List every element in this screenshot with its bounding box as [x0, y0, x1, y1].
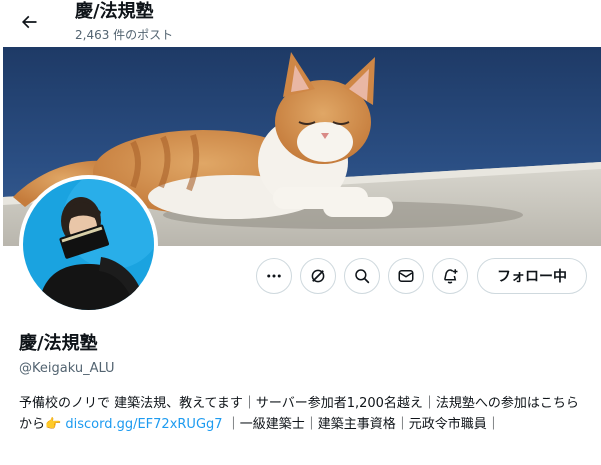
message-icon	[398, 270, 414, 282]
notify-button[interactable]	[432, 258, 468, 294]
notify-add-icon	[444, 269, 458, 284]
profile-actions: フォロー中	[0, 258, 601, 294]
arrow-left-icon	[21, 15, 37, 29]
back-button[interactable]	[12, 5, 46, 39]
display-name: 慶/法規塾	[19, 333, 98, 354]
message-button[interactable]	[388, 258, 424, 294]
bio-text-after: ｜一級建築士｜建築主事資格｜元政令市職員｜	[226, 417, 500, 432]
more-icon	[267, 274, 281, 278]
search-button[interactable]	[344, 258, 380, 294]
pointing-hand-emoji: 👉	[45, 417, 62, 432]
discord-link[interactable]: discord.gg/EF72xRUGg7	[65, 417, 222, 432]
user-handle: @Keigaku_ALU	[19, 361, 115, 376]
grok-button[interactable]	[300, 258, 336, 294]
profile-bio: 予備校のノリで 建築法規、教えてます｜サーバー参加者1,200名越え｜法規塾への…	[19, 393, 591, 435]
grok-icon	[311, 269, 325, 283]
header-title: 慶/法規塾	[75, 1, 154, 22]
post-count: 2,463 件のポスト	[75, 28, 174, 42]
search-icon	[355, 269, 370, 284]
top-bar: 慶/法規塾 2,463 件のポスト	[0, 0, 601, 47]
more-button[interactable]	[256, 258, 292, 294]
following-button[interactable]: フォロー中	[477, 258, 587, 294]
